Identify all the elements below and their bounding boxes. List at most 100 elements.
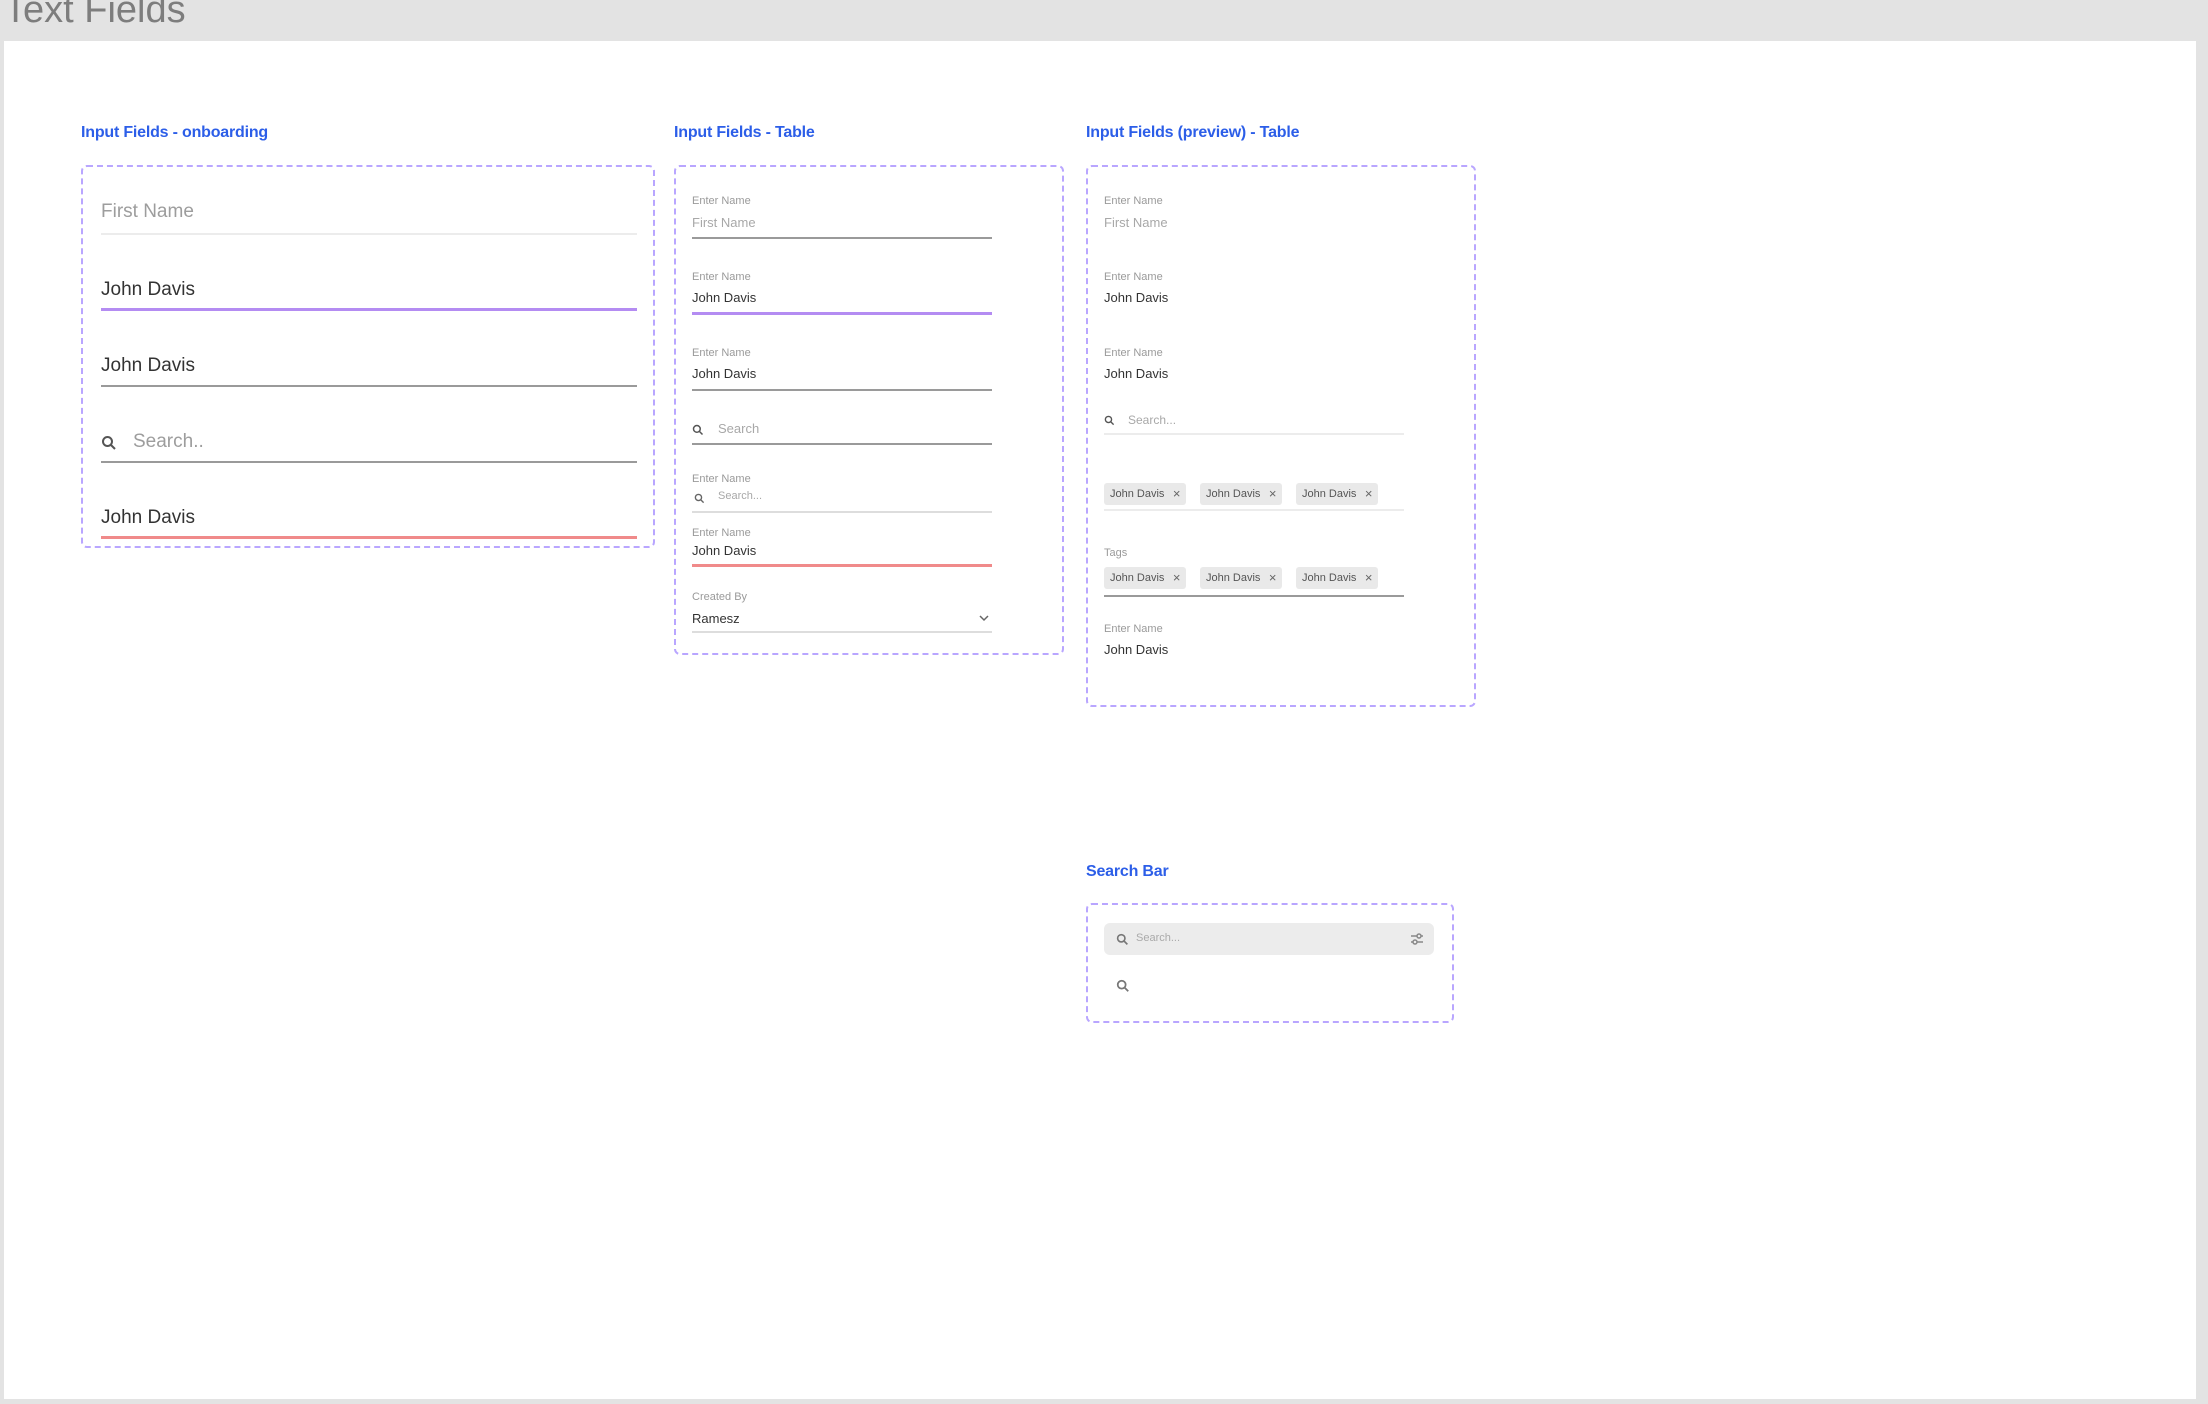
search-icon[interactable] — [1116, 979, 1130, 993]
error-underline — [101, 536, 637, 539]
chip-label: John Davis — [1110, 572, 1165, 584]
field-value: John Davis — [1104, 642, 1169, 657]
searchbar-frame: Search... — [1086, 903, 1454, 1023]
chip-label: John Davis — [1206, 572, 1261, 584]
table-field-placeholder[interactable]: Enter Name First Name — [692, 195, 992, 239]
table-labeled-search-input[interactable]: Enter Name Search... — [692, 473, 992, 513]
chip-label: John Davis — [1110, 488, 1165, 500]
name-field-filled[interactable]: John Davis — [101, 341, 637, 387]
field-value: John Davis — [1104, 290, 1169, 305]
search-placeholder: Search.. — [133, 431, 204, 452]
preview-field-name[interactable]: Enter Name John Davis — [1104, 623, 1404, 663]
preview-field-placeholder[interactable]: Enter Name First Name — [1104, 195, 1404, 235]
name-field-focused[interactable]: John Davis — [101, 265, 637, 311]
search-placeholder: Search... — [1128, 413, 1177, 427]
close-icon[interactable]: × — [1365, 567, 1373, 589]
search-icon — [692, 424, 704, 436]
chip[interactable]: John Davis × — [1200, 567, 1283, 589]
section-title-table: Input Fields - Table — [674, 124, 815, 141]
table-search-input[interactable]: Search — [692, 415, 992, 445]
canvas: Input Fields - onboarding First Name Joh… — [4, 41, 2196, 1399]
field-underline — [101, 385, 637, 387]
search-icon — [1116, 933, 1128, 945]
name-value: John Davis — [101, 355, 195, 376]
chip[interactable]: John Davis × — [1104, 567, 1187, 589]
first-name-field[interactable]: First Name — [101, 191, 637, 235]
field-underline — [1104, 595, 1404, 597]
preview-field-name[interactable]: Enter Name John Davis — [1104, 347, 1404, 387]
field-label: Enter Name — [1104, 195, 1163, 207]
tags-field[interactable]: Tags John Davis × John Davis × John Davis × — [1104, 547, 1404, 597]
field-value: John Davis — [692, 366, 757, 381]
field-underline — [692, 511, 992, 513]
field-label: Enter Name — [1104, 623, 1163, 635]
field-underline — [101, 461, 637, 463]
field-underline — [692, 237, 992, 239]
close-icon[interactable]: × — [1269, 483, 1277, 505]
close-icon[interactable]: × — [1365, 483, 1373, 505]
field-label: Enter Name — [692, 347, 751, 359]
section-title-searchbar: Search Bar — [1086, 863, 1169, 880]
table-field-filled[interactable]: Enter Name John Davis — [692, 347, 992, 391]
chevron-down-icon — [979, 615, 989, 622]
preview-frame: Enter Name First Name Enter Name John Da… — [1086, 165, 1476, 707]
field-underline — [692, 389, 992, 391]
chip-label: John Davis — [1206, 488, 1261, 500]
field-underline — [101, 233, 637, 235]
preview-field-name[interactable]: Enter Name John Davis — [1104, 271, 1404, 311]
onboarding-frame: First Name John Davis John Davis Search.… — [81, 165, 655, 548]
search-icon — [1104, 415, 1115, 426]
field-underline — [1104, 509, 1404, 511]
field-label: Enter Name — [692, 271, 751, 283]
chip[interactable]: John Davis × — [1296, 567, 1379, 589]
focused-underline — [692, 312, 992, 315]
search-icon — [694, 493, 705, 504]
field-placeholder: First Name — [1104, 215, 1168, 230]
search-bar[interactable]: Search... — [1104, 923, 1434, 955]
name-field-error[interactable]: John Davis — [101, 493, 637, 539]
table-field-error[interactable]: Enter Name John Davis — [692, 527, 992, 567]
search-input[interactable]: Search.. — [101, 417, 637, 463]
table-frame: Enter Name First Name Enter Name John Da… — [674, 165, 1064, 655]
page-title: Text Fields — [4, 0, 186, 31]
chip[interactable]: John Davis × — [1296, 483, 1379, 505]
search-placeholder: Search — [718, 421, 760, 436]
field-label: Tags — [1104, 547, 1128, 559]
field-label: Enter Name — [692, 195, 751, 207]
field-placeholder: First Name — [692, 215, 756, 230]
chip-label: John Davis — [1302, 572, 1357, 584]
preview-search-input[interactable]: Search... — [1104, 411, 1404, 435]
chip[interactable]: John Davis × — [1104, 483, 1187, 505]
field-value: John Davis — [1104, 366, 1169, 381]
field-label: Created By — [692, 591, 748, 603]
section-title-onboarding: Input Fields - onboarding — [81, 124, 268, 141]
name-value: John Davis — [101, 279, 195, 300]
field-value: John Davis — [692, 543, 757, 558]
field-value: John Davis — [692, 290, 757, 305]
field-label: Enter Name — [1104, 347, 1163, 359]
error-underline — [692, 564, 992, 567]
created-by-select[interactable]: Created By Ramesz — [692, 591, 992, 633]
first-name-placeholder: First Name — [101, 201, 194, 222]
search-placeholder: Search... — [1136, 932, 1181, 944]
filter-icon[interactable] — [1410, 933, 1424, 946]
search-icon — [102, 436, 116, 450]
field-underline — [1104, 433, 1404, 435]
name-value: John Davis — [101, 507, 195, 528]
field-label: Enter Name — [1104, 271, 1163, 283]
close-icon[interactable]: × — [1173, 483, 1181, 505]
preview-chips-field[interactable]: John Davis × John Davis × John Davis × — [1104, 481, 1404, 511]
focused-underline — [101, 308, 637, 311]
search-placeholder: Search... — [718, 490, 763, 502]
close-icon[interactable]: × — [1173, 567, 1181, 589]
field-underline — [692, 443, 992, 445]
chip-label: John Davis — [1302, 488, 1357, 500]
field-underline — [692, 631, 992, 633]
field-label: Enter Name — [692, 473, 751, 485]
section-title-preview: Input Fields (preview) - Table — [1086, 124, 1300, 141]
chip[interactable]: John Davis × — [1200, 483, 1283, 505]
close-icon[interactable]: × — [1269, 567, 1277, 589]
field-label: Enter Name — [692, 527, 751, 539]
selected-value: Ramesz — [692, 611, 740, 626]
table-field-focused[interactable]: Enter Name John Davis — [692, 271, 992, 315]
